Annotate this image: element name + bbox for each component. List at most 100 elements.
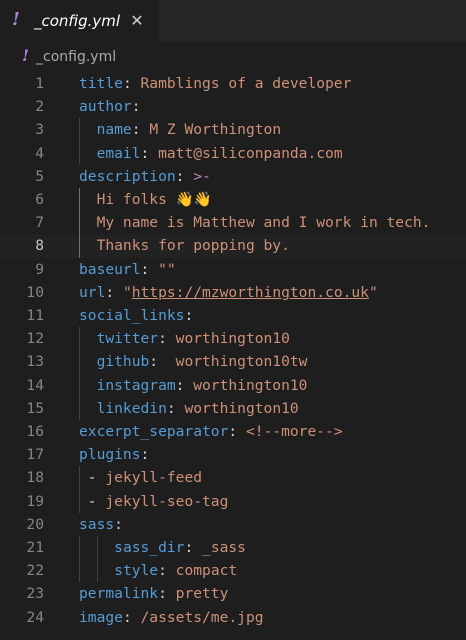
line-content: - jekyll-feed bbox=[79, 466, 202, 489]
line-content: baseurl: "" bbox=[79, 258, 176, 281]
line-content: permalink: pretty bbox=[79, 582, 228, 605]
line-number: 18 bbox=[26, 469, 44, 487]
code-line[interactable]: 14 instagram: worthington10 bbox=[0, 374, 466, 397]
code-line[interactable]: 11 social_links: bbox=[0, 304, 466, 327]
line-content: email: matt@siliconpanda.com bbox=[79, 142, 343, 165]
code-line[interactable]: 13 github: worthington10tw bbox=[0, 350, 466, 373]
yaml-key: twitter bbox=[96, 330, 159, 348]
line-content: image: /assets/me.jpg bbox=[79, 606, 264, 629]
code-line[interactable]: 7 My name is Matthew and I work in tech. bbox=[0, 211, 466, 234]
line-number: 3 bbox=[35, 121, 44, 139]
indent-guide bbox=[79, 141, 80, 165]
yaml-key: title bbox=[79, 75, 123, 92]
code-line[interactable]: 9 baseurl: "" bbox=[0, 258, 466, 281]
punctuation: : bbox=[175, 376, 194, 394]
punctuation: : bbox=[149, 353, 176, 371]
line-number: 23 bbox=[26, 585, 44, 603]
punctuation: : bbox=[184, 307, 194, 324]
punctuation: : bbox=[158, 330, 176, 348]
code-line[interactable]: 17 plugins: bbox=[0, 443, 466, 466]
code-line[interactable]: 23 permalink: pretty bbox=[0, 582, 466, 605]
yaml-value: Hi folks 👋👋 bbox=[96, 191, 212, 208]
code-line[interactable]: 16 excerpt_separator: <!--more--> bbox=[0, 420, 466, 443]
indent-guide bbox=[79, 327, 80, 351]
line-content: twitter: worthington10 bbox=[79, 327, 290, 350]
tab-config-yml[interactable]: ! _config.yml ✕ bbox=[0, 0, 158, 42]
yaml-value: jekyll-seo-tag bbox=[105, 492, 229, 510]
yaml-value: My name is Matthew and I work in tech. bbox=[96, 214, 431, 232]
indent-guide bbox=[79, 559, 80, 583]
yaml-key: social_links bbox=[79, 307, 185, 324]
indent-guide bbox=[96, 559, 98, 583]
line-number: 20 bbox=[26, 515, 44, 533]
indent-guide bbox=[79, 188, 80, 212]
punctuation: : bbox=[140, 144, 159, 162]
line-number: 13 bbox=[26, 353, 44, 371]
yaml-value: " bbox=[368, 283, 378, 301]
code-line[interactable]: 20 sass: bbox=[0, 513, 466, 536]
punctuation: : bbox=[122, 608, 141, 626]
line-content: instagram: worthington10 bbox=[79, 374, 308, 397]
yaml-key: instagram bbox=[96, 376, 176, 394]
yaml-value: matt@siliconpanda.com bbox=[158, 144, 343, 162]
yaml-value: jekyll-feed bbox=[105, 469, 203, 487]
punctuation: : bbox=[122, 75, 141, 92]
code-line[interactable]: 10 url: "https://mzworthington.co.uk" bbox=[0, 281, 466, 304]
code-line[interactable]: 21 sass_dir: _sass bbox=[0, 536, 466, 559]
code-line[interactable]: 4 email: matt@siliconpanda.com bbox=[0, 142, 466, 165]
line-content: Thanks for popping by. bbox=[79, 234, 290, 257]
close-icon[interactable]: ✕ bbox=[128, 11, 146, 31]
line-number: 12 bbox=[26, 330, 44, 348]
line-number: 24 bbox=[26, 608, 44, 626]
code-line[interactable]: 8 Thanks for popping by. bbox=[0, 234, 466, 257]
line-content: name: M Z Worthington bbox=[79, 118, 282, 141]
code-line[interactable]: 19 - jekyll-seo-tag bbox=[0, 490, 466, 513]
line-content: title: Ramblings of a developer bbox=[79, 72, 351, 95]
indent-guide bbox=[79, 396, 80, 420]
line-number: 1 bbox=[35, 75, 44, 92]
code-line[interactable]: 1 title: Ramblings of a developer bbox=[0, 72, 466, 95]
indent-guide bbox=[79, 350, 80, 374]
code-line[interactable]: 18 - jekyll-feed bbox=[0, 466, 466, 489]
yaml-value: compact bbox=[175, 562, 238, 580]
yaml-key: baseurl bbox=[79, 260, 141, 278]
indent-guide bbox=[96, 536, 98, 560]
code-line[interactable]: 15 linkedin: worthington10 bbox=[0, 397, 466, 420]
punctuation: : bbox=[158, 585, 176, 603]
yaml-value: worthington10 bbox=[184, 399, 299, 417]
breadcrumb-file-label[interactable]: _config.yml bbox=[36, 48, 116, 66]
yaml-value: /assets/me.jpg bbox=[140, 608, 264, 626]
yaml-key: excerpt_separator bbox=[79, 423, 229, 440]
breadcrumb: ! _config.yml bbox=[0, 42, 466, 72]
code-editor[interactable]: 1 title: Ramblings of a developer 2 author:… bbox=[0, 70, 466, 640]
yaml-value: worthington10 bbox=[193, 376, 308, 394]
punctuation: : bbox=[131, 121, 150, 139]
line-number: 6 bbox=[35, 191, 44, 208]
yaml-value: Ramblings of a developer bbox=[140, 75, 352, 92]
yaml-key: author bbox=[79, 98, 132, 116]
line-content: plugins: bbox=[79, 443, 149, 466]
line-content: description: >- bbox=[79, 165, 211, 188]
code-line[interactable]: 2 author: bbox=[0, 95, 466, 118]
line-number: 15 bbox=[26, 399, 44, 417]
line-content: author: bbox=[79, 95, 141, 118]
line-content: style: compact bbox=[79, 559, 237, 582]
line-number: 7 bbox=[35, 214, 44, 232]
code-line[interactable]: 6 Hi folks 👋👋 bbox=[0, 188, 466, 211]
code-line[interactable]: 12 twitter: worthington10 bbox=[0, 327, 466, 350]
code-line[interactable]: 5 description: >- bbox=[0, 165, 466, 188]
yaml-key: style bbox=[114, 562, 159, 580]
yaml-value: <!--more--> bbox=[245, 423, 343, 440]
line-content: sass: bbox=[79, 513, 123, 536]
line-number: 19 bbox=[26, 492, 44, 510]
indent-guide bbox=[79, 118, 80, 142]
yaml-value: M Z Worthington bbox=[149, 121, 282, 139]
line-number: 2 bbox=[35, 98, 44, 116]
line-content: excerpt_separator: <!--more--> bbox=[79, 420, 343, 443]
indent-guide bbox=[79, 536, 80, 560]
tab-bar: ! _config.yml ✕ bbox=[0, 0, 466, 42]
code-line[interactable]: 22 style: compact bbox=[0, 559, 466, 582]
punctuation: : bbox=[166, 399, 185, 417]
code-line[interactable]: 3 name: M Z Worthington bbox=[0, 118, 466, 141]
code-line[interactable]: 24 image: /assets/me.jpg bbox=[0, 606, 466, 629]
